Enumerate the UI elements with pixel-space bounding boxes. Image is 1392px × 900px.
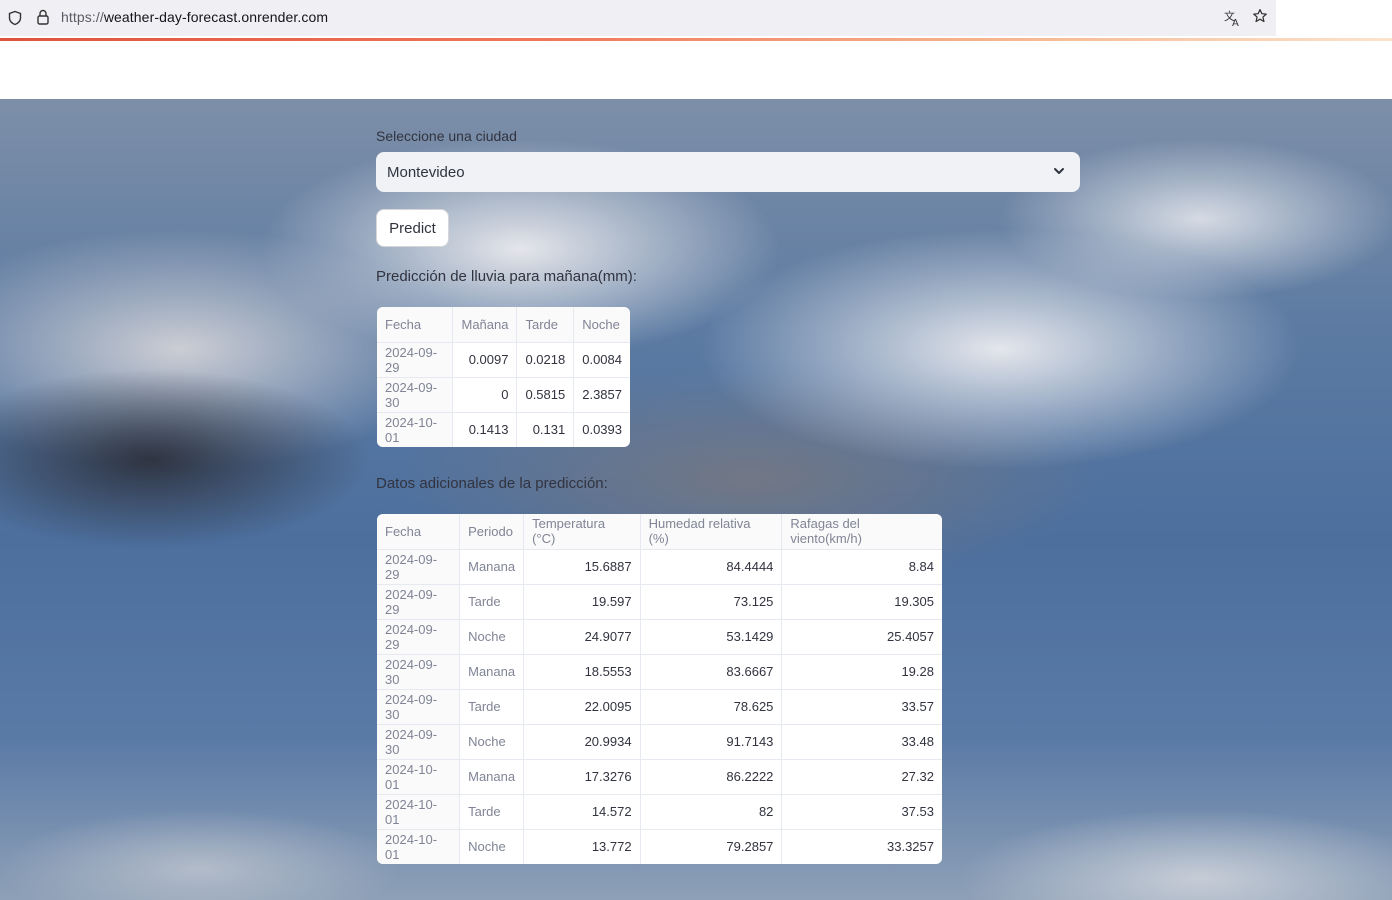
table-cell[interactable]: 53.1429 xyxy=(640,619,783,655)
city-select-label: Seleccione una ciudad xyxy=(376,128,517,144)
table-cell[interactable]: 2.3857 xyxy=(573,377,630,413)
table-cell[interactable]: 0.0097 xyxy=(452,342,518,378)
table-cell[interactable]: 27.32 xyxy=(781,759,942,795)
table-cell[interactable]: 73.125 xyxy=(640,584,783,620)
table-cell[interactable]: Manana xyxy=(459,654,525,690)
table-cell[interactable]: Noche xyxy=(459,829,525,864)
table-cell[interactable]: 0.5815 xyxy=(516,377,575,413)
column-header[interactable]: Mañana xyxy=(452,307,518,343)
table-cell[interactable]: 8.84 xyxy=(781,549,942,585)
table-cell[interactable]: 25.4057 xyxy=(781,619,942,655)
svg-text:A: A xyxy=(1232,18,1239,27)
table-cell[interactable]: Tarde xyxy=(459,584,525,620)
table-row: 2024-09-30 Tarde 22.0095 78.625 33.57 xyxy=(377,689,942,725)
table-cell[interactable]: 83.6667 xyxy=(640,654,783,690)
table-row: 2024-10-01 Tarde 14.572 82 37.53 xyxy=(377,794,942,830)
table-cell[interactable]: 78.625 xyxy=(640,689,783,725)
table-cell[interactable]: 2024-09-30 xyxy=(377,689,461,725)
table-row: 2024-09-29 Tarde 19.597 73.125 19.305 xyxy=(377,584,942,620)
table-row: 2024-09-30 Manana 18.5553 83.6667 19.28 xyxy=(377,654,942,690)
table-cell[interactable]: 2024-10-01 xyxy=(377,794,461,830)
table-cell[interactable]: 15.6887 xyxy=(523,549,641,585)
table-cell[interactable]: 22.0095 xyxy=(523,689,641,725)
table-cell[interactable]: Manana xyxy=(459,759,525,795)
table-cell[interactable]: 2024-09-29 xyxy=(377,342,454,378)
rain-heading: Predicción de lluvia para mañana(mm): xyxy=(376,268,637,285)
city-select-value: Montevideo xyxy=(387,163,465,181)
url-text[interactable]: https://weather-day-forecast.onrender.co… xyxy=(61,9,328,25)
url-host: weather-day-forecast.onrender.com xyxy=(103,9,329,25)
table-cell[interactable]: 0.0218 xyxy=(516,342,575,378)
table-row: 2024-10-01 0.1413 0.131 0.0393 xyxy=(377,412,630,447)
table-row: 2024-10-01 Manana 17.3276 86.2222 27.32 xyxy=(377,759,942,795)
table-cell[interactable]: 37.53 xyxy=(781,794,942,830)
table-cell[interactable]: 2024-10-01 xyxy=(377,759,461,795)
lock-icon[interactable] xyxy=(35,9,51,25)
table-cell[interactable]: 19.28 xyxy=(781,654,942,690)
table-cell[interactable]: 20.9934 xyxy=(523,724,641,760)
column-header[interactable]: Periodo xyxy=(459,514,525,550)
table-cell[interactable]: 33.57 xyxy=(781,689,942,725)
table-row: 2024-09-30 Noche 20.9934 91.7143 33.48 xyxy=(377,724,942,760)
extra-data-heading: Datos adicionales de la predicción: xyxy=(376,475,608,492)
table-cell[interactable]: 2024-09-29 xyxy=(377,549,461,585)
table-cell[interactable]: 19.597 xyxy=(523,584,641,620)
translate-icon[interactable]: 文A xyxy=(1224,9,1242,31)
table-row: 2024-09-29 0.0097 0.0218 0.0084 xyxy=(377,342,630,378)
table-cell[interactable]: 19.305 xyxy=(781,584,942,620)
table-cell[interactable]: 18.5553 xyxy=(523,654,641,690)
table-cell[interactable]: 33.48 xyxy=(781,724,942,760)
column-header[interactable]: Temperatura (°C) xyxy=(523,514,641,550)
bookmark-star-icon[interactable] xyxy=(1252,8,1268,24)
table-cell[interactable]: 2024-09-29 xyxy=(377,619,461,655)
city-select[interactable]: Montevideo xyxy=(376,152,1080,192)
table-cell[interactable]: 91.7143 xyxy=(640,724,783,760)
table-cell[interactable]: 2024-09-30 xyxy=(377,724,461,760)
browser-url-bar[interactable]: https://weather-day-forecast.onrender.co… xyxy=(0,0,1276,36)
table-cell[interactable]: 0.0393 xyxy=(574,412,630,447)
table-cell[interactable]: 0 xyxy=(452,377,518,413)
column-header[interactable]: Fecha xyxy=(377,307,454,343)
table-cell[interactable]: 14.572 xyxy=(523,794,641,830)
table-cell[interactable]: 82 xyxy=(640,794,783,830)
table-row: 2024-10-01 Noche 13.772 79.2857 33.3257 xyxy=(377,829,942,864)
table-cell[interactable]: 0.1413 xyxy=(452,412,518,447)
extra-data-table[interactable]: Fecha Periodo Temperatura (°C) Humedad r… xyxy=(377,514,942,864)
table-cell[interactable]: 0.131 xyxy=(516,412,575,447)
shield-icon[interactable] xyxy=(7,10,23,26)
column-header[interactable]: Fecha xyxy=(377,514,461,550)
table-cell[interactable]: 2024-10-01 xyxy=(377,829,461,864)
table-cell[interactable]: 2024-09-29 xyxy=(377,584,461,620)
rain-table[interactable]: Fecha Mañana Tarde Noche 2024-09-29 0.00… xyxy=(377,307,630,447)
table-header-row: Fecha Mañana Tarde Noche xyxy=(377,307,630,343)
table-cell[interactable]: Noche xyxy=(459,619,525,655)
page-load-progress xyxy=(0,38,1392,41)
table-cell[interactable]: Manana xyxy=(459,549,525,585)
url-scheme: https:// xyxy=(61,9,104,25)
table-cell[interactable]: 2024-10-01 xyxy=(377,412,454,447)
table-cell[interactable]: 33.3257 xyxy=(782,829,942,864)
table-cell[interactable]: 13.772 xyxy=(523,829,641,864)
column-header[interactable]: Rafagas del viento(km/h) xyxy=(781,514,942,550)
table-header-row: Fecha Periodo Temperatura (°C) Humedad r… xyxy=(377,514,942,550)
table-cell[interactable]: 0.0084 xyxy=(573,342,630,378)
table-row: 2024-09-30 0 0.5815 2.3857 xyxy=(377,377,630,413)
table-cell[interactable]: 86.2222 xyxy=(640,759,783,795)
column-header[interactable]: Tarde xyxy=(516,307,575,343)
table-cell[interactable]: 2024-09-30 xyxy=(377,654,461,690)
table-cell[interactable]: 2024-09-30 xyxy=(377,377,454,413)
table-cell[interactable]: 79.2857 xyxy=(640,829,783,864)
column-header[interactable]: Noche xyxy=(573,307,630,343)
column-header[interactable]: Humedad relativa (%) xyxy=(640,514,783,550)
predict-button[interactable]: Predict xyxy=(376,209,449,247)
table-cell[interactable]: 17.3276 xyxy=(523,759,641,795)
table-cell[interactable]: Tarde xyxy=(459,689,525,725)
chevron-down-icon xyxy=(1052,164,1066,178)
table-cell[interactable]: 24.9077 xyxy=(523,619,641,655)
table-cell[interactable]: 84.4444 xyxy=(640,549,783,585)
table-row: 2024-09-29 Manana 15.6887 84.4444 8.84 xyxy=(377,549,942,585)
table-cell[interactable]: Tarde xyxy=(459,794,525,830)
table-row: 2024-09-29 Noche 24.9077 53.1429 25.4057 xyxy=(377,619,942,655)
table-cell[interactable]: Noche xyxy=(459,724,525,760)
